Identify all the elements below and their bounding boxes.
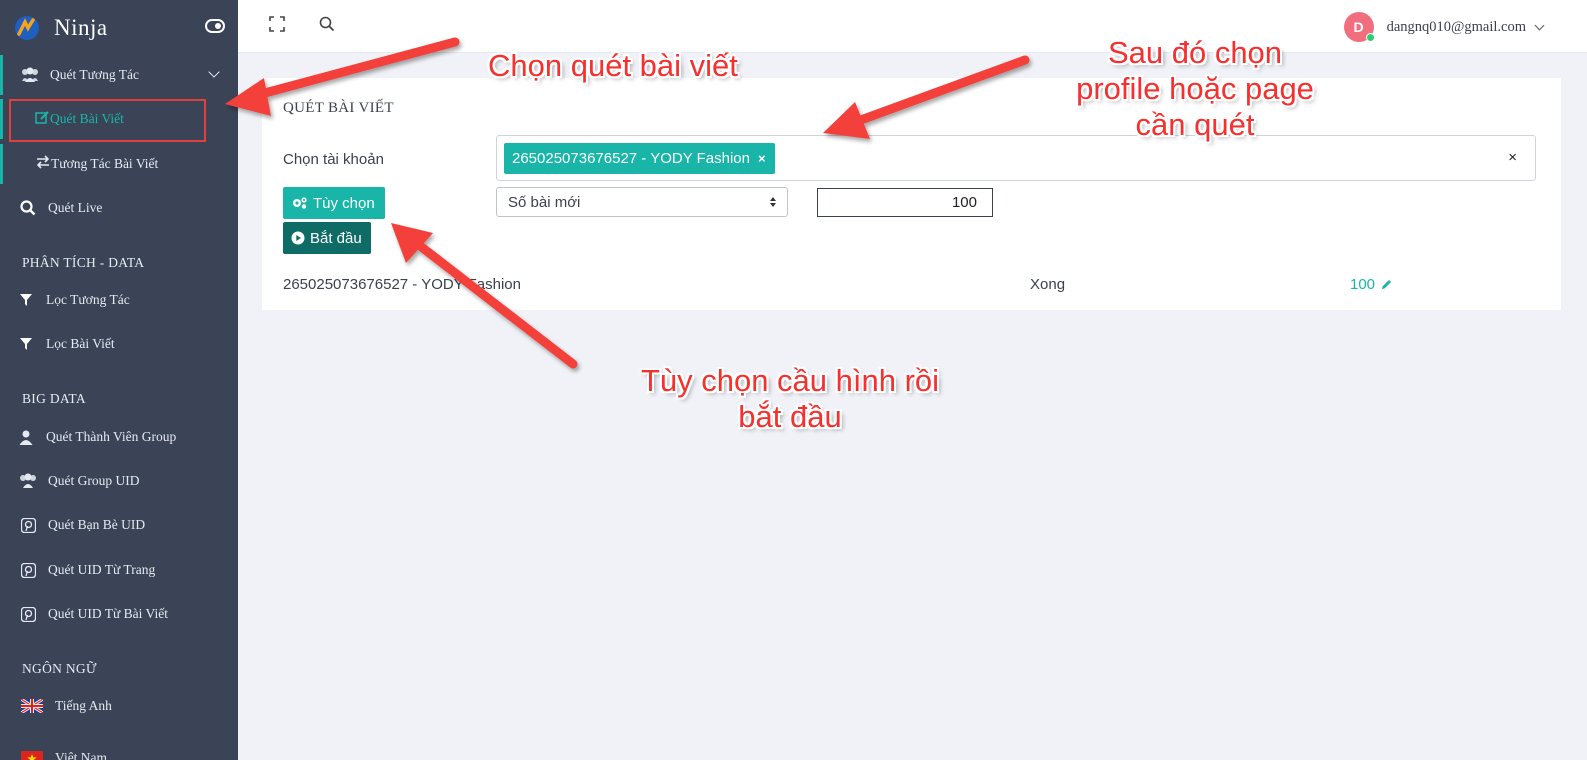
post-count-input[interactable]: 100 [817, 188, 993, 217]
avatar: D [1343, 12, 1375, 42]
avatar-letter: D [1353, 19, 1364, 35]
menu-label: Việt Nam [55, 750, 108, 760]
result-count: 100 [1350, 276, 1376, 293]
annotation-step1: Chọn quét bài viết [488, 48, 738, 83]
pinterest-icon [18, 560, 38, 580]
chip-remove-icon[interactable]: × [758, 151, 766, 166]
sidebar-item-scan-live[interactable]: Quét Live [0, 188, 238, 228]
page-title: QUÉT BÀI VIẾT [283, 100, 394, 116]
sidebar-item-scan-group-members[interactable]: Quét Thành Viên Group [0, 417, 238, 457]
start-button[interactable]: Bắt đầu [283, 222, 371, 254]
annotation-line: Tùy chọn cầu hình rồi [640, 363, 940, 398]
pinterest-icon [18, 515, 38, 535]
options-button-label: Tùy chọn [313, 194, 375, 212]
sidebar-item-scan-friends-uid[interactable]: Quét Bạn Bè UID [0, 505, 238, 545]
menu-label: Quét UID Từ Trang [48, 562, 156, 577]
annotation-line: cần quét [1135, 107, 1255, 142]
sidebar-item-lang-vietnam[interactable]: Việt Nam [0, 738, 238, 760]
uk-flag-icon [20, 696, 44, 716]
menu-label: Quét Live [48, 200, 103, 215]
section-title-bigdata: BIG DATA [22, 391, 86, 406]
account-label: Chọn tài khoản [283, 151, 384, 168]
section-title-language: NGÔN NGỮ [22, 661, 97, 676]
sidebar-item-scan-uid-post[interactable]: Quét UID Từ Bài Viết [0, 594, 238, 634]
chip-label: 265025073676527 - YODY Fashion [512, 150, 750, 167]
vietnam-flag-icon [20, 748, 44, 760]
annotation-line: bắt đầu [738, 399, 842, 434]
menu-label: Quét UID Từ Bài Viết [48, 606, 168, 621]
user-menu[interactable]: D dangnq010@gmail.com [1343, 12, 1545, 42]
sidebar-item-scan-uid-page[interactable]: Quét UID Từ Trang [0, 550, 238, 590]
menu-label: Tương Tác Bài Viết [51, 156, 159, 171]
user-email: dangnq010@gmail.com [1386, 18, 1526, 35]
result-count-link[interactable]: 100 [1350, 276, 1393, 293]
annotation-line: Sau đó chọn [1107, 35, 1283, 70]
fullscreen-icon[interactable] [269, 16, 285, 37]
menu-label: Quét Group UID [48, 473, 140, 488]
post-type-selected: Số bài mới [508, 193, 581, 211]
sidebar-toggle-icon[interactable] [205, 19, 225, 33]
annotation-step2: Sau đó chọn profile hoặc page cần quét [1050, 35, 1340, 143]
sidebar: Ninja Quét Tương Tác Quét Bài Viết Tương… [0, 0, 238, 760]
menu-group-scan-interaction[interactable]: Quét Tương Tác [0, 55, 238, 95]
result-status: Xong [1030, 276, 1066, 293]
sidebar-item-filter-posts[interactable]: Lọc Bài Viết [0, 324, 238, 364]
brand-name: Ninja [54, 15, 108, 40]
account-multiselect[interactable]: 265025073676527 - YODY Fashion × × [496, 135, 1536, 181]
sidebar-item-post-interaction[interactable]: Tương Tác Bài Viết [0, 144, 238, 184]
clear-selection-icon[interactable]: × [1508, 149, 1517, 166]
menu-label: Lọc Bài Viết [46, 336, 115, 351]
sidebar-item-filter-interaction[interactable]: Lọc Tương Tác [0, 280, 238, 320]
play-circle-icon [291, 231, 305, 245]
search-icon[interactable] [319, 16, 335, 37]
select-arrows-icon [770, 197, 776, 207]
options-button[interactable]: Tùy chọn [283, 187, 385, 219]
users-icon [20, 65, 40, 85]
menu-label: Lọc Tương Tác [46, 292, 130, 307]
post-type-select[interactable]: Số bài mới [496, 187, 788, 217]
chevron-down-icon [1534, 20, 1545, 30]
highlight-box [9, 99, 206, 142]
scan-posts-card: QUÉT BÀI VIẾT Chọn tài khoản 26502507367… [262, 78, 1561, 310]
annotation-step3: Tùy chọn cầu hình rồi bắt đầu [620, 363, 960, 435]
search-icon [18, 198, 38, 218]
gears-icon [293, 197, 307, 209]
pencil-icon [1382, 280, 1392, 289]
chevron-down-icon [208, 66, 220, 78]
sidebar-item-scan-group-uid[interactable]: Quét Group UID [0, 461, 238, 501]
section-title-analysis: PHÂN TÍCH - DATA [22, 255, 145, 270]
menu-label: Quét Tương Tác [50, 67, 139, 82]
result-account: 265025073676527 - YODY Fashion [283, 276, 521, 293]
menu-label: Quét Thành Viên Group [46, 429, 177, 444]
annotation-line: profile hoặc page [1076, 71, 1314, 106]
start-button-label: Bắt đầu [310, 229, 362, 247]
users-icon [18, 471, 38, 491]
topbar: D dangnq010@gmail.com [238, 0, 1587, 53]
exchange-icon [35, 155, 51, 173]
pinterest-icon [18, 604, 38, 624]
menu-label: Tiếng Anh [55, 698, 112, 713]
user-icon [16, 427, 36, 447]
online-status-dot [1365, 33, 1375, 42]
filter-icon [16, 334, 36, 354]
brand[interactable]: Ninja [0, 0, 238, 56]
ninja-logo-icon [15, 16, 39, 40]
selected-account-chip: 265025073676527 - YODY Fashion × [504, 143, 775, 174]
sidebar-item-lang-english[interactable]: Tiếng Anh [0, 686, 238, 726]
menu-label: Quét Bạn Bè UID [48, 517, 146, 532]
filter-icon [16, 290, 36, 310]
